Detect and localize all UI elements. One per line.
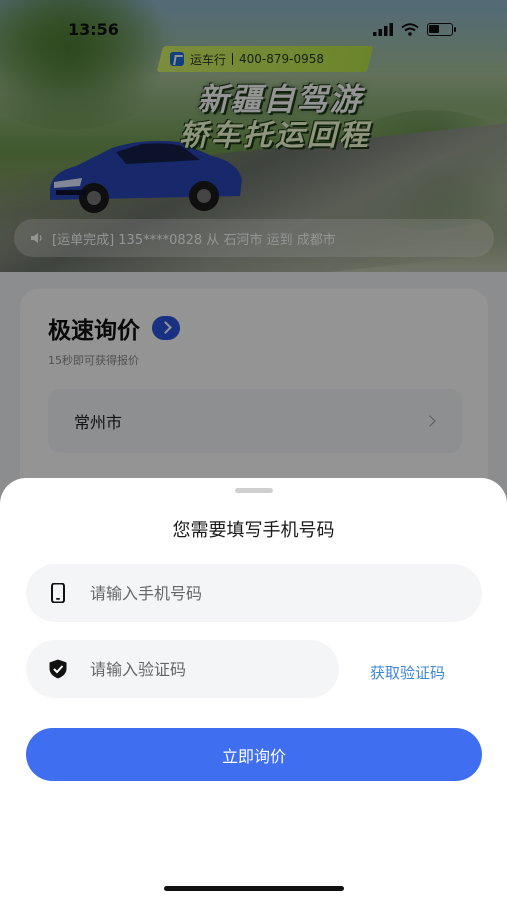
submit-quote-button[interactable]: 立即询价 <box>26 728 482 781</box>
phone-icon <box>51 583 65 603</box>
phone-bottom-sheet: 您需要填写手机号码 获取验证码 立即询价 <box>0 478 507 900</box>
shield-check-icon <box>49 659 67 679</box>
home-indicator <box>164 886 344 891</box>
verification-code-input[interactable] <box>90 640 339 698</box>
verification-code-field[interactable] <box>26 640 339 698</box>
phone-field[interactable] <box>26 564 482 622</box>
sheet-drag-handle[interactable] <box>235 488 273 493</box>
get-code-button[interactable]: 获取验证码 <box>370 662 445 683</box>
phone-input[interactable] <box>90 564 482 622</box>
sheet-title: 您需要填写手机号码 <box>172 520 335 541</box>
